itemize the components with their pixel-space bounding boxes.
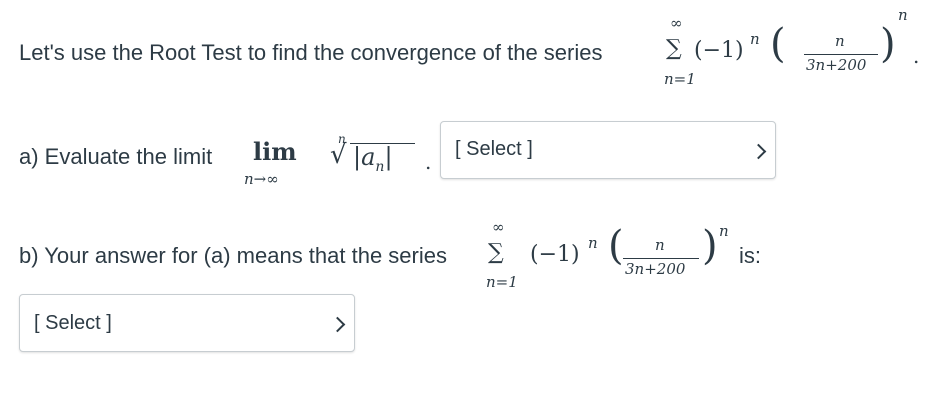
radicand: |an| bbox=[353, 143, 393, 175]
part-b-select[interactable]: [ Select ] bbox=[19, 294, 355, 352]
summation-symbol: ∑ bbox=[666, 36, 682, 61]
part-b-text: b) Your answer for (a) means that the se… bbox=[19, 243, 447, 268]
sum-lower-limit: n=1 bbox=[664, 70, 696, 88]
part-a-select-value: [ Select ] bbox=[455, 138, 533, 160]
series-exponent: n bbox=[750, 30, 760, 48]
outer-exponent: n bbox=[898, 6, 908, 24]
radicand-end: | bbox=[384, 143, 393, 171]
series-exponent-b: n bbox=[588, 234, 598, 252]
series-base-b: (−1) bbox=[530, 242, 580, 267]
summation-symbol-b: ∑ bbox=[488, 240, 504, 265]
fraction-denominator: 3n+200 bbox=[806, 56, 867, 74]
part-a-prompt: a) Evaluate the limit bbox=[19, 144, 212, 170]
outer-exponent-b: n bbox=[719, 222, 729, 240]
series-end-punct: . bbox=[913, 44, 920, 68]
part-b-suffix: is: bbox=[739, 243, 761, 269]
part-b-select-value: [ Select ] bbox=[34, 312, 112, 334]
lim-symbol: lim bbox=[253, 137, 297, 166]
radicand-main: |a bbox=[353, 143, 376, 171]
question-intro: Let's use the Root Test to find the conv… bbox=[19, 40, 602, 66]
left-paren: ( bbox=[770, 21, 786, 67]
fraction-bar-b bbox=[623, 258, 699, 259]
part-a-end-punct: . bbox=[425, 150, 432, 174]
question-intro-text: Let's use the Root Test to find the conv… bbox=[19, 40, 603, 65]
chevron-down-icon bbox=[750, 143, 767, 160]
series-base: (−1) bbox=[694, 38, 744, 63]
part-b-suffix-text: is: bbox=[739, 243, 761, 268]
part-a-text: a) Evaluate the limit bbox=[19, 144, 213, 169]
chevron-down-icon bbox=[329, 316, 346, 333]
fraction-numerator: n bbox=[835, 32, 845, 50]
sum-upper-limit: ∞ bbox=[670, 14, 683, 32]
lim-subscript: n→∞ bbox=[244, 170, 279, 188]
fraction-numerator-b: n bbox=[655, 236, 665, 254]
fraction-bar bbox=[804, 54, 878, 55]
sum-lower-limit-b: n=1 bbox=[486, 273, 518, 291]
sum-upper-limit-b: ∞ bbox=[492, 218, 505, 236]
part-a-select[interactable]: [ Select ] bbox=[440, 121, 776, 179]
fraction-denominator-b: 3n+200 bbox=[625, 260, 686, 278]
radical-sign: √ bbox=[330, 140, 347, 170]
left-paren-b: ( bbox=[608, 223, 624, 269]
right-paren-b: ) bbox=[702, 223, 718, 269]
right-paren: ) bbox=[880, 21, 896, 67]
part-b-prompt: b) Your answer for (a) means that the se… bbox=[19, 243, 447, 269]
